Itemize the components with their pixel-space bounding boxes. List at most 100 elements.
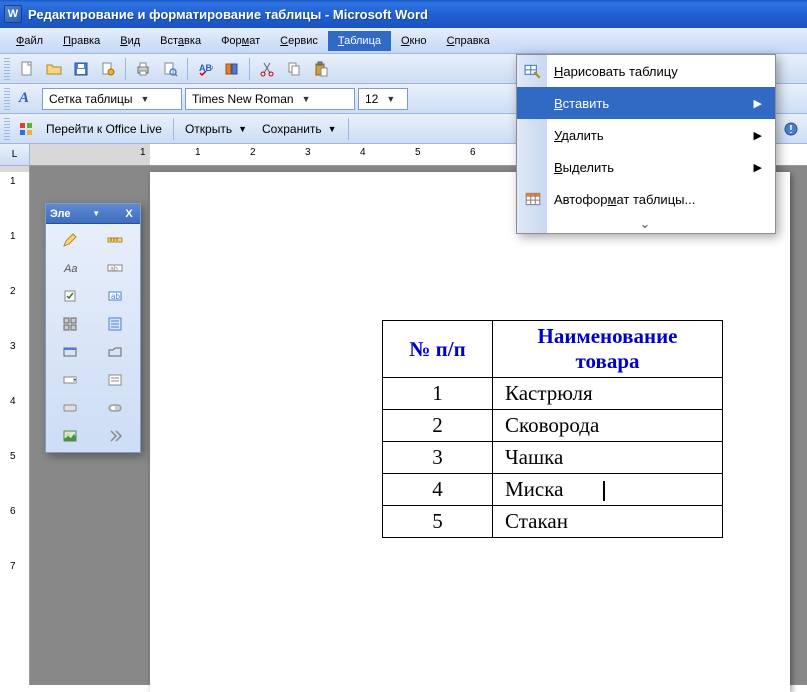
copy-button[interactable] [282,57,306,81]
save-live-label: Сохранить [262,122,322,136]
page[interactable]: № п/пНаименованиетовара 1Кастрюля2Сковор… [150,172,790,692]
table-menu-dropdown: Нарисовать таблицуВставить▶Удалить▶Выдел… [516,54,776,234]
tool-form[interactable] [94,311,136,337]
ruler-tick: 2 [250,147,256,158]
tool-frame[interactable] [49,339,91,365]
toolbar-grip[interactable] [4,58,10,80]
menu-окно[interactable]: Окно [391,31,437,51]
table-row[interactable]: 2Сковорода [383,410,723,442]
table-row[interactable]: 1Кастрюля [383,378,723,410]
tool-pencil[interactable] [49,227,91,253]
cell-name[interactable]: Миска [493,474,723,506]
tool-label-a[interactable]: Aa [49,255,91,281]
print-preview-button[interactable] [158,57,182,81]
tool-button[interactable] [49,395,91,421]
style-combo[interactable]: Сетка таблицы ▼ [42,88,182,110]
toolbar-overflow-button[interactable] [779,117,803,141]
tool-checkbox[interactable] [49,283,91,309]
menu-item-выделить[interactable]: Выделить▶ [517,151,775,183]
tool-more[interactable] [94,423,136,449]
tool-tab[interactable] [94,339,136,365]
print-button[interactable] [131,57,155,81]
toolbox-close-button[interactable]: X [122,207,136,221]
table-header[interactable]: Наименованиетовара [493,321,723,378]
table-header[interactable]: № п/п [383,321,493,378]
toolbar-separator [348,118,349,140]
menu-таблица[interactable]: Таблица [328,31,391,51]
cell-name[interactable]: Чашка [493,442,723,474]
text-cursor [603,481,605,501]
menu-вставка[interactable]: Вставка [150,31,211,51]
menu-сервис[interactable]: Сервис [270,31,328,51]
autoformat-icon [523,189,543,209]
toolbox-grid: Aa ab ab| [46,224,140,452]
document-area[interactable]: № п/пНаименованиетовара 1Кастрюля2Сковор… [30,166,807,685]
menu-формат[interactable]: Формат [211,31,270,51]
tool-ruler[interactable] [94,227,136,253]
toolbox-dropdown-arrow[interactable]: ▼ [92,209,100,218]
open-live-button[interactable]: Открыть ▼ [179,118,253,140]
ruler-tick: 2 [10,286,16,297]
tool-combo[interactable] [49,367,91,393]
goto-office-live-button[interactable]: Перейти к Office Live [40,118,168,140]
menu-item-нарисоватьтаблицу[interactable]: Нарисовать таблицу [517,55,775,87]
tool-label-field[interactable]: ab [94,255,136,281]
open-button[interactable] [42,57,66,81]
font-combo-value: Times New Roman [192,92,294,106]
menu-expand-button[interactable]: ⌄ [517,215,775,233]
menu-файл[interactable]: Файл [6,31,53,51]
open-live-label: Открыть [185,122,232,136]
cell-name[interactable]: Сковорода [493,410,723,442]
new-doc-button[interactable] [15,57,39,81]
style-combo-value: Сетка таблицы [49,92,133,106]
draw-table-icon [523,61,543,81]
toolbar-grip[interactable] [4,118,10,140]
ruler-tick: 6 [10,506,16,517]
cell-number[interactable]: 1 [383,378,493,410]
menu-вид[interactable]: Вид [110,31,150,51]
ruler-corner[interactable]: L [0,144,30,166]
dropdown-arrow-icon: ▼ [302,94,311,104]
cell-number[interactable]: 2 [383,410,493,442]
tool-image[interactable] [49,423,91,449]
cell-name[interactable]: Стакан [493,506,723,538]
ruler-tick: 1 [10,231,16,242]
cell-number[interactable]: 5 [383,506,493,538]
toolbar-grip[interactable] [4,88,10,110]
table-row[interactable]: 5Стакан [383,506,723,538]
cell-number[interactable]: 3 [383,442,493,474]
office-live-icon[interactable] [15,117,37,141]
font-combo[interactable]: Times New Roman ▼ [185,88,355,110]
permissions-button[interactable] [96,57,120,81]
toolbox-titlebar[interactable]: Эле ▼ X [46,204,140,224]
tool-textbox[interactable]: ab| [94,283,136,309]
tool-group[interactable] [49,311,91,337]
menu-item-автоформаттаблицы[interactable]: Автоформат таблицы... [517,183,775,215]
menu-справка[interactable]: Справка [437,31,500,51]
save-button[interactable] [69,57,93,81]
save-live-button[interactable]: Сохранить ▼ [256,118,343,140]
cell-number[interactable]: 4 [383,474,493,506]
menu-правка[interactable]: Правка [53,31,110,51]
toolbar-separator [173,118,174,140]
cut-button[interactable] [255,57,279,81]
tool-toggle[interactable] [94,395,136,421]
table-row[interactable]: 4Миска [383,474,723,506]
menu-item-label: Удалить [554,128,604,143]
spelling-button[interactable]: ABC [193,57,217,81]
window-title: Редактирование и форматирование таблицы … [28,7,428,22]
research-button[interactable] [220,57,244,81]
font-size-combo[interactable]: 12 ▼ [358,88,408,110]
toolbox-controls[interactable]: Эле ▼ X Aa ab ab| [45,203,141,453]
ruler-tick: 6 [470,147,476,158]
dropdown-arrow-icon: ▼ [328,124,337,134]
menu-item-вставить[interactable]: Вставить▶ [517,87,775,119]
document-table[interactable]: № п/пНаименованиетовара 1Кастрюля2Сковор… [382,320,723,538]
font-size-value: 12 [365,92,378,106]
cell-name[interactable]: Кастрюля [493,378,723,410]
table-row[interactable]: 3Чашка [383,442,723,474]
menu-item-удалить[interactable]: Удалить▶ [517,119,775,151]
tool-list[interactable] [94,367,136,393]
ruler-vertical[interactable]: 11234567 [0,166,30,685]
paste-button[interactable] [309,57,333,81]
